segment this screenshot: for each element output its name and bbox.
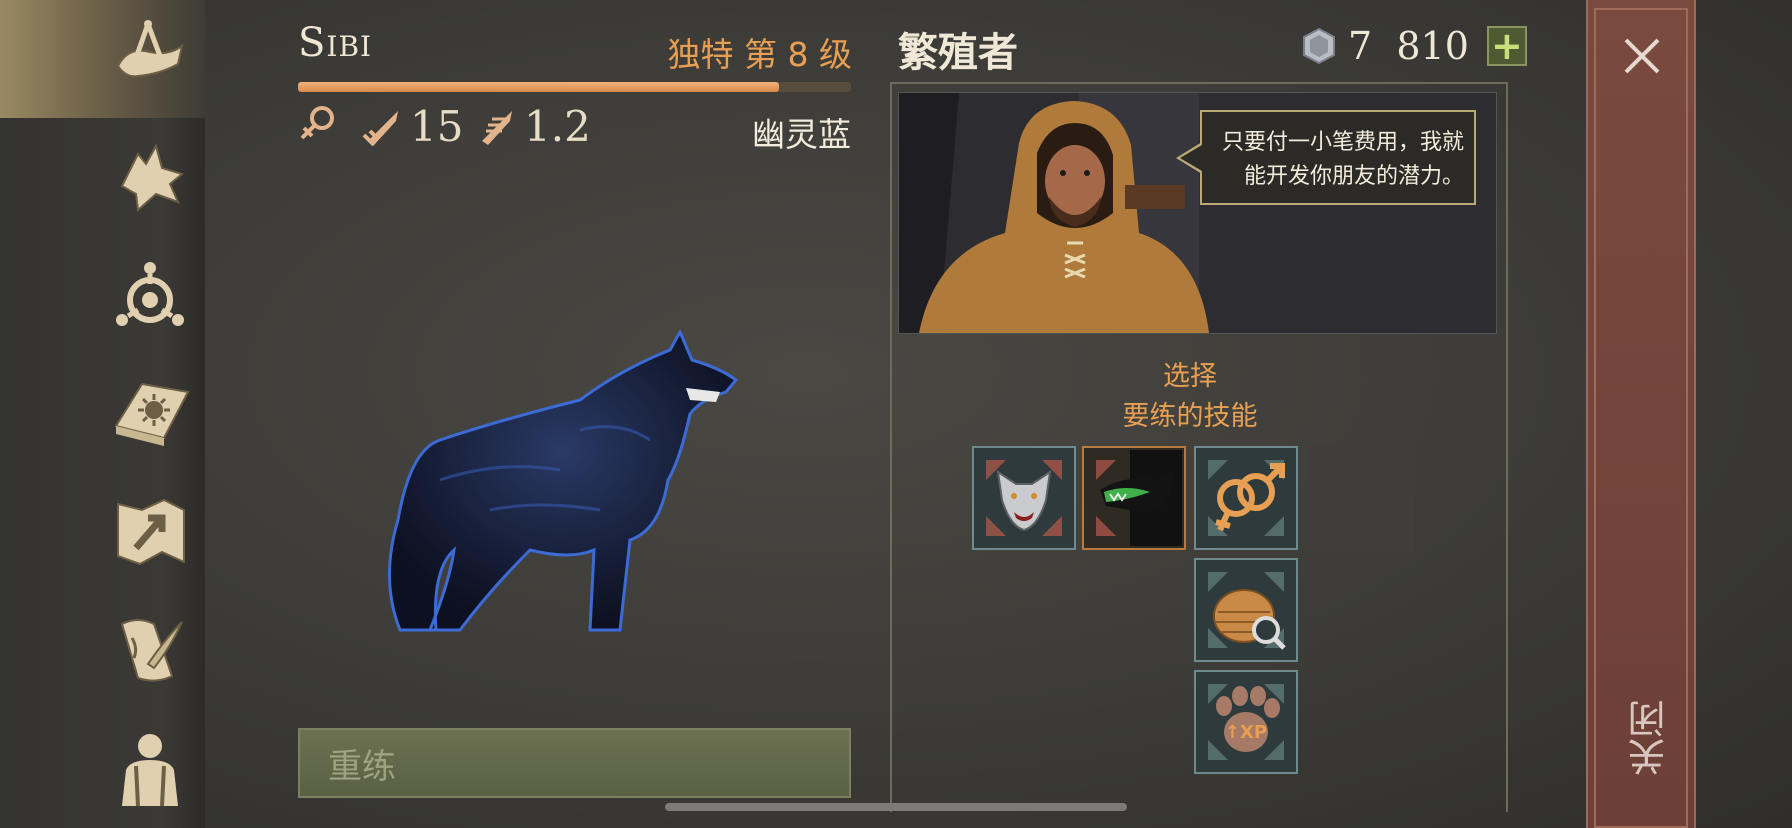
pet-name: Sibi: [298, 20, 373, 66]
skill-prompt-line1: 选择: [1163, 361, 1217, 392]
skill-prompt-line2: 要练的技能: [1122, 401, 1258, 432]
skill-green-fang[interactable]: [1082, 446, 1186, 550]
coat-name: 幽灵蓝: [752, 115, 851, 154]
retrain-button[interactable]: 重练: [298, 728, 851, 798]
gender-stat: [296, 102, 340, 146]
gender-symbols-icon: [1208, 460, 1285, 536]
pet-wolf-image: [387, 330, 739, 632]
home-indicator: [665, 803, 1127, 811]
sidebar-item-pets[interactable]: [100, 128, 200, 228]
skill-breeding[interactable]: [1194, 446, 1298, 550]
close-x-icon[interactable]: [1612, 26, 1672, 86]
wolf-icon: [120, 143, 185, 213]
character-icon: [122, 734, 178, 807]
close-button-label[interactable]: 关闭: [1622, 700, 1672, 776]
sidebar-item-journal[interactable]: [100, 364, 200, 464]
currency-value: 7 810: [1348, 24, 1469, 68]
xp-progress-fill: [298, 82, 780, 92]
basket-search-icon: [1208, 572, 1286, 650]
skill-experience[interactable]: ↑XP: [1194, 670, 1298, 774]
paw-xp-icon: ↑XP: [1208, 684, 1284, 760]
breeder-speech-bubble: 只要付一小笔费用，我就能开发你朋友的潜力。: [1200, 110, 1476, 205]
female-icon: [300, 106, 334, 140]
pet-rank: 独特 第 8 级: [667, 35, 852, 74]
sidebar-item-quests[interactable]: [100, 600, 200, 700]
sword-icon: [362, 110, 398, 146]
attack-stat: 15: [360, 102, 463, 151]
speech-bubble-tail-inner: [1180, 145, 1202, 171]
sidebar-item-character[interactable]: [100, 718, 200, 818]
map-arrow-icon: [117, 498, 185, 566]
compass-icon: [116, 262, 184, 326]
sidebar: [0, 0, 205, 828]
sidebar-item-map[interactable]: [100, 482, 200, 582]
speed-value: 1.2: [524, 102, 591, 151]
horn-hand-icon: [116, 20, 184, 78]
sun-book-icon: [114, 382, 190, 446]
empty-skill-slot: [1308, 444, 1414, 552]
wolf-head-icon: [986, 460, 1062, 536]
sidebar-item-horn[interactable]: [100, 8, 200, 108]
xp-progress-bar: [298, 82, 851, 92]
green-wolf-fang-icon: [1096, 450, 1182, 546]
attack-value: 15: [410, 102, 464, 151]
speed-stat: 1.2: [474, 102, 591, 151]
currency-display: 7 810 +: [1300, 24, 1527, 68]
sidebar-item-compass[interactable]: [100, 246, 200, 346]
scroll-quill-icon: [120, 619, 183, 682]
breeder-title: 繁殖者: [898, 30, 1018, 76]
silver-gem-icon: [1303, 27, 1335, 65]
skill-wolf-head[interactable]: [972, 446, 1076, 550]
dagger-speed-icon: [482, 110, 512, 145]
skill-forage[interactable]: [1194, 558, 1298, 662]
svg-text:↑XP: ↑XP: [1225, 722, 1267, 743]
add-currency-button[interactable]: +: [1486, 26, 1527, 66]
